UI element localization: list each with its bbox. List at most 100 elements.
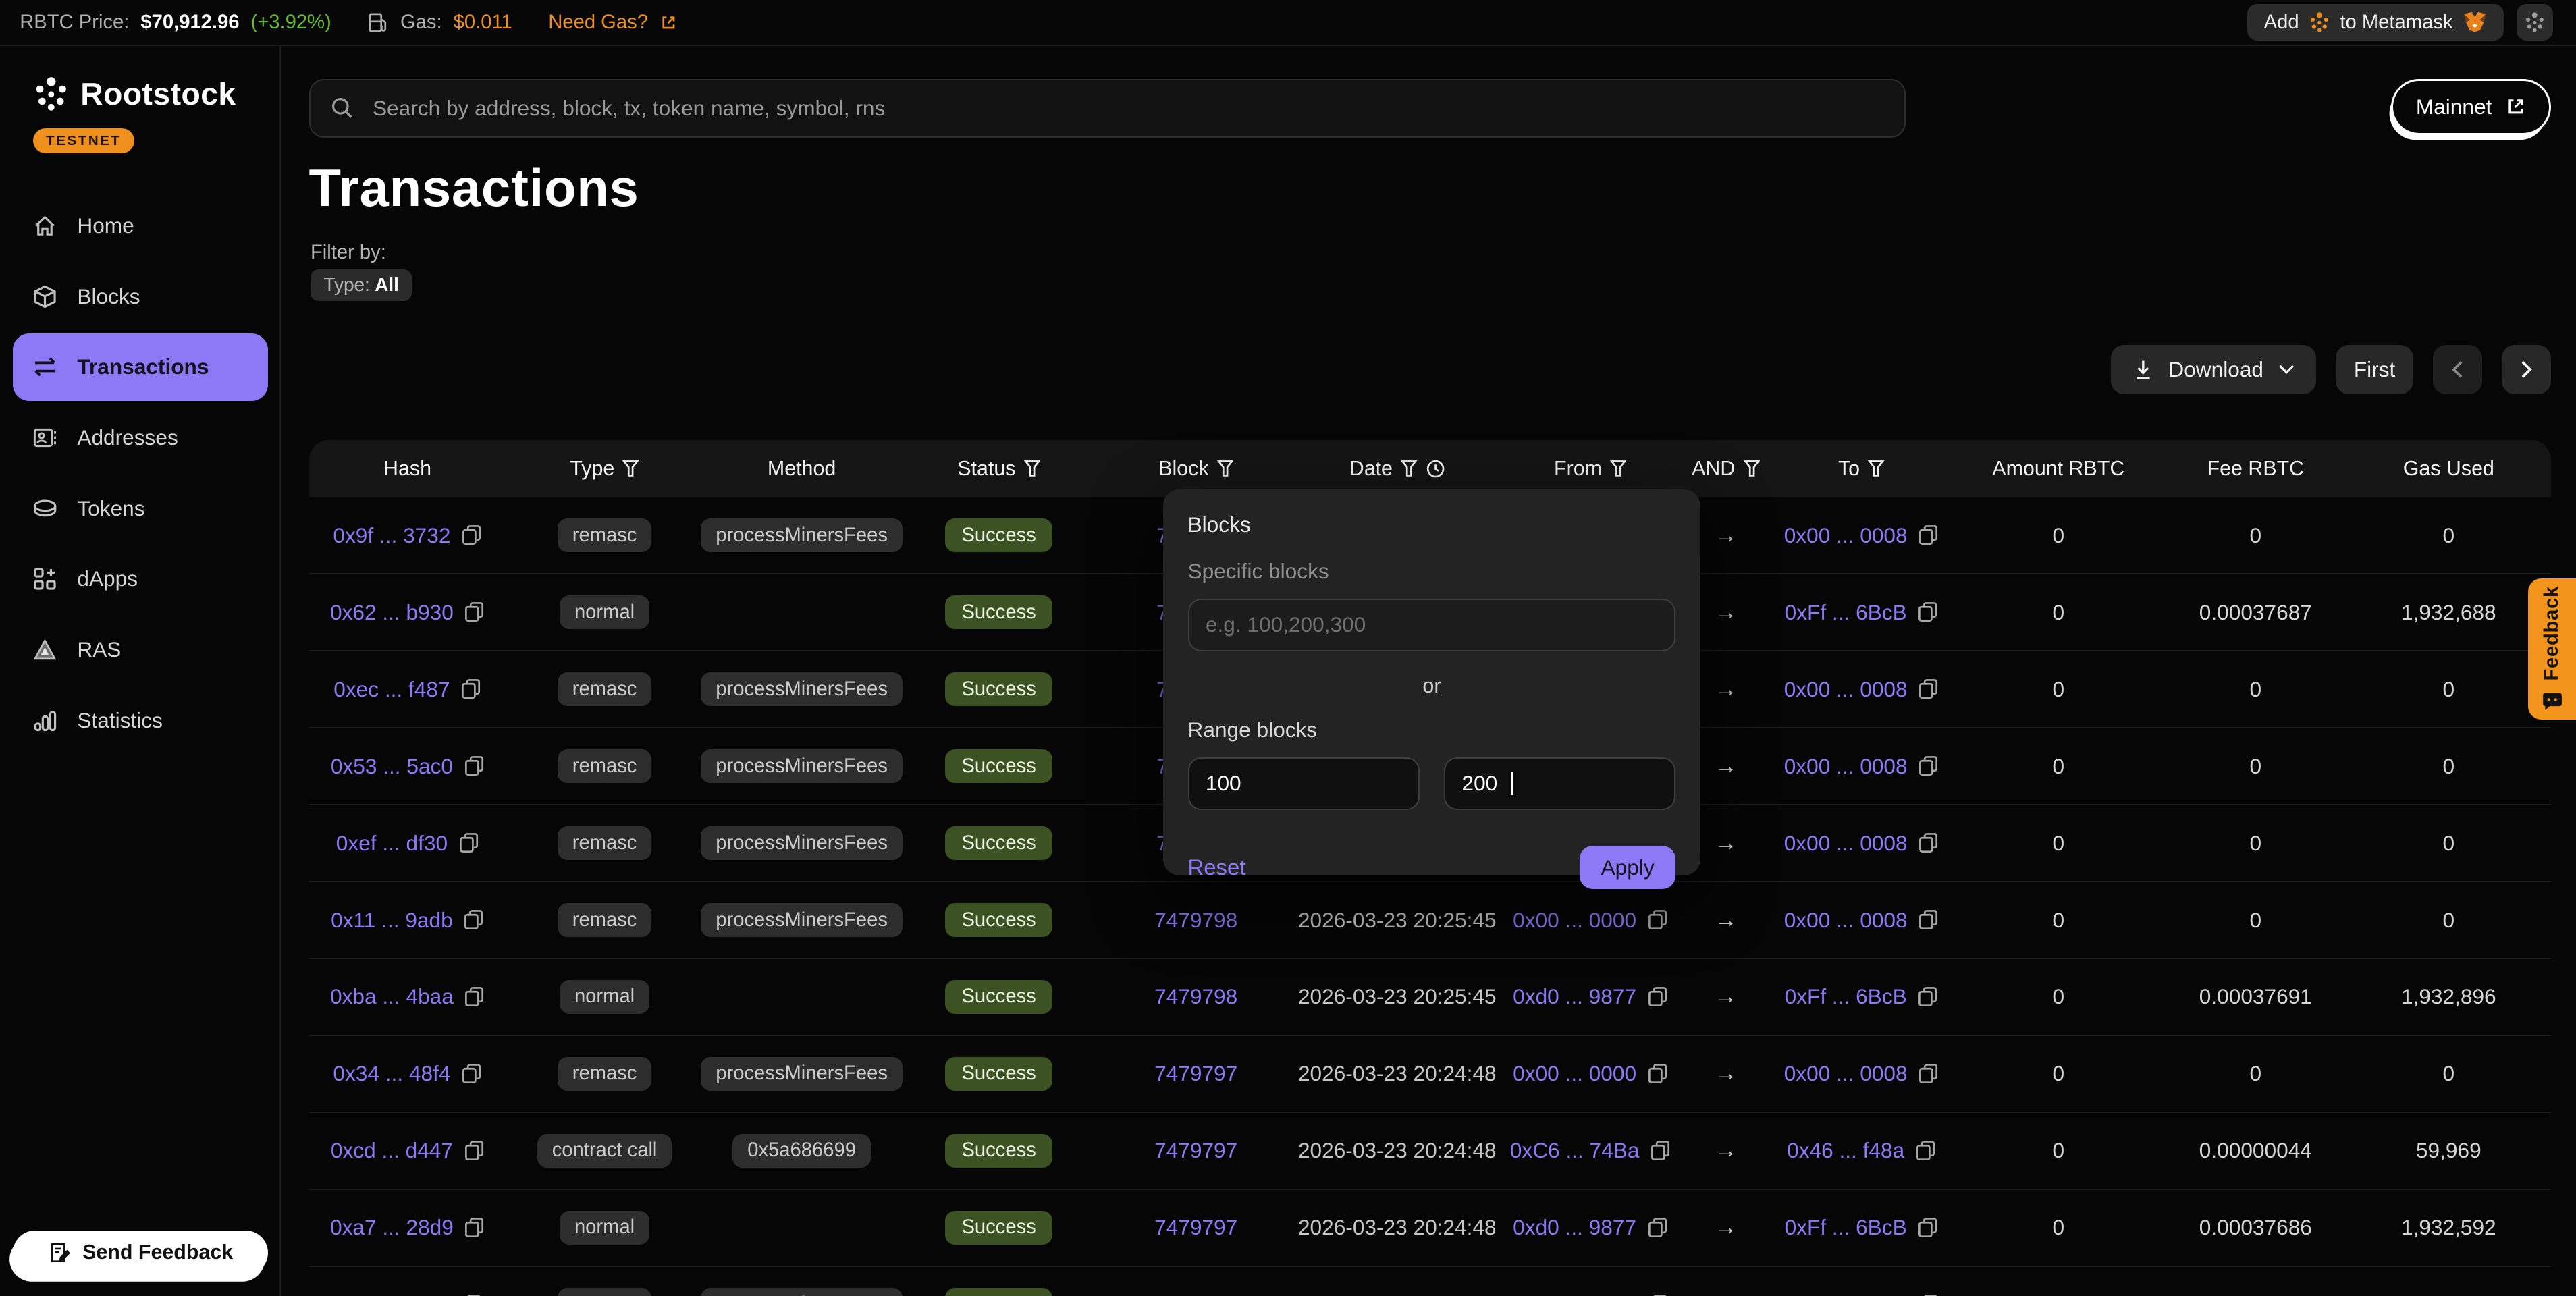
- mainnet-button[interactable]: Mainnet: [2391, 79, 2552, 135]
- tx-hash-link[interactable]: 0x0d ... fe91: [333, 1292, 450, 1296]
- to-address-link[interactable]: 0x00 ... 0008: [1784, 908, 1908, 933]
- to-address-link[interactable]: 0x00 ... 0008: [1784, 754, 1908, 779]
- column-header[interactable]: From: [1500, 457, 1681, 481]
- column-header[interactable]: Amount RBTC: [1952, 457, 2165, 481]
- need-gas-link[interactable]: Need Gas?: [548, 11, 648, 34]
- send-feedback-button[interactable]: Send Feedback: [13, 1231, 267, 1275]
- copy-icon[interactable]: [1917, 1062, 1939, 1085]
- next-page-button[interactable]: [2502, 345, 2551, 394]
- to-address-link[interactable]: 0x00 ... 0008: [1784, 831, 1908, 856]
- sidebar-item-dapps[interactable]: dApps: [0, 543, 281, 614]
- tx-hash-link[interactable]: 0xef ... df30: [336, 831, 448, 856]
- logo[interactable]: Rootstock: [33, 76, 279, 112]
- clock-icon[interactable]: [1426, 459, 1445, 479]
- copy-icon[interactable]: [1917, 909, 1939, 932]
- copy-icon[interactable]: [458, 832, 479, 855]
- copy-icon[interactable]: [1916, 1216, 1938, 1239]
- specific-blocks-input[interactable]: [1188, 599, 1676, 651]
- filter-funnel-icon[interactable]: [1744, 460, 1760, 478]
- add-to-metamask-button[interactable]: Add to Metamask: [2247, 4, 2504, 40]
- filter-funnel-icon[interactable]: [1217, 460, 1233, 478]
- copy-icon[interactable]: [1914, 1139, 1936, 1162]
- tx-hash-link[interactable]: 0x11 ... 9adb: [331, 908, 453, 933]
- block-link[interactable]: 7479796: [1154, 1292, 1237, 1296]
- copy-icon[interactable]: [463, 986, 485, 1008]
- column-header[interactable]: Fee RBTC: [2166, 457, 2346, 481]
- copy-icon[interactable]: [1646, 1216, 1668, 1239]
- tx-hash-link[interactable]: 0xcd ... d447: [331, 1138, 453, 1163]
- to-address-link[interactable]: 0xFf ... 6BcB: [1785, 1215, 1907, 1240]
- to-address-link[interactable]: 0xFf ... 6BcB: [1785, 600, 1907, 625]
- filter-funnel-icon[interactable]: [1024, 460, 1040, 478]
- copy-icon[interactable]: [463, 755, 485, 778]
- rootstock-mini-button[interactable]: [2517, 4, 2553, 40]
- tx-hash-link[interactable]: 0xec ... f487: [333, 677, 450, 702]
- sidebar-item-addresses[interactable]: Addresses: [0, 402, 281, 473]
- column-header[interactable]: Type: [506, 457, 703, 481]
- tx-hash-link[interactable]: 0xba ... 4baa: [330, 984, 454, 1009]
- filter-funnel-icon[interactable]: [1401, 460, 1417, 478]
- copy-icon[interactable]: [460, 678, 481, 701]
- copy-icon[interactable]: [1917, 832, 1939, 855]
- sidebar-item-tokens[interactable]: Tokens: [0, 473, 281, 544]
- filter-funnel-icon[interactable]: [1868, 460, 1884, 478]
- column-header[interactable]: AND: [1681, 457, 1771, 481]
- feedback-tab[interactable]: Feedback: [2528, 578, 2576, 720]
- copy-icon[interactable]: [1916, 601, 1938, 624]
- copy-icon[interactable]: [1646, 909, 1668, 932]
- to-address-link[interactable]: 0x46 ... f48a: [1787, 1138, 1904, 1163]
- prev-page-button[interactable]: [2433, 345, 2482, 394]
- to-address-link[interactable]: 0x00 ... 0008: [1784, 677, 1908, 702]
- first-page-button[interactable]: First: [2336, 345, 2413, 394]
- sidebar-item-transactions[interactable]: Transactions: [13, 333, 267, 401]
- copy-icon[interactable]: [463, 1139, 485, 1162]
- copy-icon[interactable]: [1917, 1293, 1939, 1296]
- filter-funnel-icon[interactable]: [1610, 460, 1626, 478]
- copy-icon[interactable]: [462, 909, 484, 932]
- copy-icon[interactable]: [460, 1293, 482, 1296]
- column-header[interactable]: Hash: [309, 457, 506, 481]
- from-address-link[interactable]: 0xd0 ... 9877: [1513, 984, 1636, 1009]
- range-to-input[interactable]: [1444, 757, 1675, 810]
- copy-icon[interactable]: [1917, 678, 1939, 701]
- copy-icon[interactable]: [1646, 1062, 1668, 1085]
- copy-icon[interactable]: [460, 1062, 482, 1085]
- sidebar-item-statistics[interactable]: Statistics: [0, 685, 281, 756]
- external-link-icon[interactable]: [660, 14, 678, 32]
- tx-hash-link[interactable]: 0x62 ... b930: [330, 600, 454, 625]
- copy-icon[interactable]: [463, 1216, 485, 1239]
- copy-icon[interactable]: [1649, 1139, 1671, 1162]
- from-address-link[interactable]: 0xd0 ... 9877: [1513, 1215, 1636, 1240]
- from-address-link[interactable]: 0x00 ... 0000: [1513, 1292, 1636, 1296]
- copy-icon[interactable]: [463, 601, 485, 624]
- filter-funnel-icon[interactable]: [622, 460, 639, 478]
- tx-hash-link[interactable]: 0x9f ... 3732: [333, 523, 450, 548]
- tx-hash-link[interactable]: 0x53 ... 5ac0: [331, 754, 453, 779]
- from-address-link[interactable]: 0x00 ... 0000: [1513, 908, 1636, 933]
- copy-icon[interactable]: [460, 524, 482, 547]
- column-header[interactable]: Date: [1295, 457, 1500, 481]
- column-header[interactable]: To: [1771, 457, 1952, 481]
- from-address-link[interactable]: 0xC6 ... 74Ba: [1510, 1138, 1640, 1163]
- search-bar[interactable]: [309, 79, 1906, 138]
- sidebar-item-home[interactable]: Home: [0, 190, 281, 261]
- copy-icon[interactable]: [1646, 986, 1668, 1008]
- to-address-link[interactable]: 0x00 ... 0008: [1784, 1061, 1908, 1086]
- copy-icon[interactable]: [1916, 986, 1938, 1008]
- copy-icon[interactable]: [1646, 1293, 1668, 1296]
- column-header[interactable]: Block: [1098, 457, 1295, 481]
- search-input[interactable]: [369, 94, 1885, 123]
- sidebar-item-ras[interactable]: RAS: [0, 614, 281, 685]
- tx-hash-link[interactable]: 0x34 ... 48f4: [333, 1061, 450, 1086]
- from-address-link[interactable]: 0x00 ... 0000: [1513, 1061, 1636, 1086]
- block-link[interactable]: 7479797: [1154, 1215, 1237, 1240]
- download-button[interactable]: Download: [2111, 345, 2316, 394]
- column-header[interactable]: Status: [901, 457, 1098, 481]
- tx-hash-link[interactable]: 0xa7 ... 28d9: [330, 1215, 454, 1240]
- copy-icon[interactable]: [1917, 755, 1939, 778]
- to-address-link[interactable]: 0x00 ... 0008: [1784, 1292, 1908, 1296]
- reset-button[interactable]: Reset: [1188, 855, 1246, 880]
- column-header[interactable]: Method: [703, 457, 901, 481]
- to-address-link[interactable]: 0xFf ... 6BcB: [1785, 984, 1907, 1009]
- block-link[interactable]: 7479797: [1154, 1061, 1237, 1086]
